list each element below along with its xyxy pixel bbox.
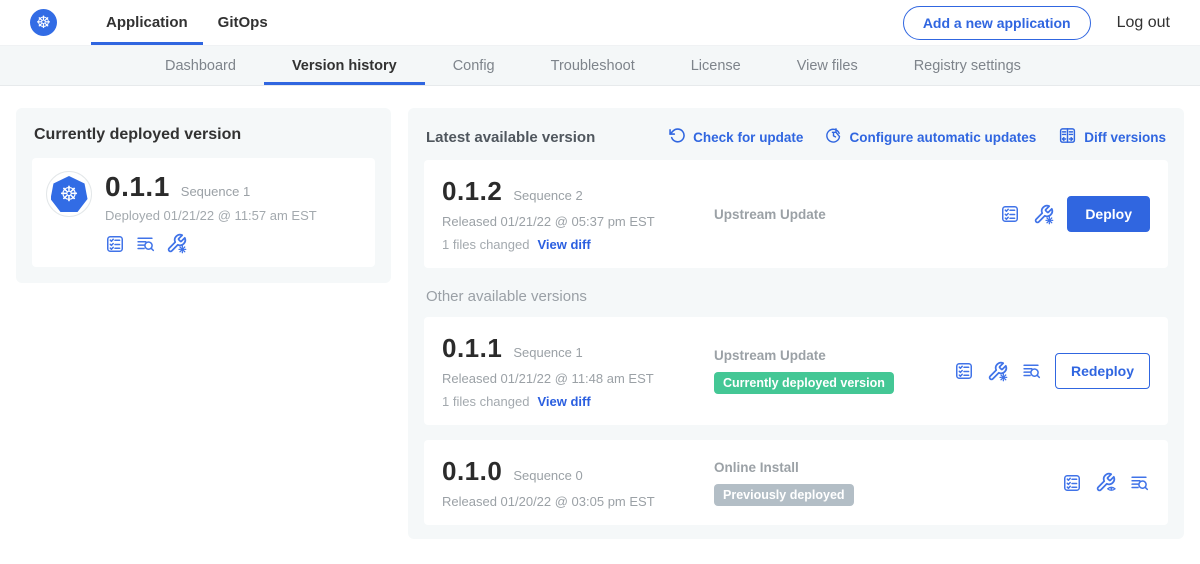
version-history-panel: Latest available version Check for updat…	[408, 108, 1184, 539]
kubernetes-helm-icon: ☸	[51, 176, 88, 212]
sequence-label: Sequence 0	[513, 468, 582, 483]
refresh-icon	[669, 127, 686, 147]
view-config-icon[interactable]	[1095, 472, 1116, 493]
kubernetes-logo-icon: ☸	[30, 9, 57, 36]
subnav-tab-license[interactable]: License	[663, 46, 769, 85]
version-row: 0.1.0 Sequence 0 Released 01/20/22 @ 03:…	[424, 440, 1168, 525]
version-source-label: Upstream Update	[714, 348, 954, 363]
configure-automatic-updates-link[interactable]: Configure automatic updates	[825, 127, 1036, 147]
sequence-label: Sequence 1	[513, 345, 582, 360]
edit-config-icon[interactable]	[987, 361, 1008, 382]
app-subnav: Dashboard Version history Config Trouble…	[0, 46, 1200, 86]
edit-config-icon[interactable]	[166, 233, 187, 254]
view-diff-link[interactable]: View diff	[537, 237, 590, 252]
header-tabs: Application GitOps	[91, 0, 283, 45]
released-timestamp: Released 01/21/22 @ 11:48 am EST	[442, 371, 694, 386]
deploy-logs-icon[interactable]	[135, 234, 156, 254]
logout-button[interactable]: Log out	[1117, 14, 1170, 32]
previously-deployed-badge: Previously deployed	[714, 484, 854, 506]
files-changed-label: 1 files changed	[442, 237, 529, 252]
deployed-version-number: 0.1.1	[105, 171, 170, 203]
version-row: 0.1.1 Sequence 1 Released 01/21/22 @ 11:…	[424, 317, 1168, 425]
currently-deployed-panel: Currently deployed version ☸ 0.1.1 Seque…	[16, 108, 391, 283]
check-for-update-link[interactable]: Check for update	[669, 127, 803, 147]
auto-update-icon	[825, 127, 842, 147]
app-logo: ☸	[46, 171, 92, 217]
files-changed-label: 1 files changed	[442, 394, 529, 409]
deploy-button[interactable]: Deploy	[1067, 196, 1150, 232]
deploy-logs-icon[interactable]	[1021, 361, 1042, 381]
deployed-sequence-label: Sequence 1	[181, 184, 250, 199]
tab-gitops[interactable]: GitOps	[203, 0, 283, 45]
currently-deployed-card: ☸ 0.1.1 Sequence 1 Deployed 01/21/22 @ 1…	[32, 158, 375, 267]
subnav-tab-dashboard[interactable]: Dashboard	[137, 46, 264, 85]
subnav-tab-config[interactable]: Config	[425, 46, 523, 85]
version-source-label: Online Install	[714, 460, 1062, 475]
edit-config-icon[interactable]	[1033, 204, 1054, 225]
preflight-checks-icon[interactable]	[1062, 473, 1082, 493]
tab-application[interactable]: Application	[91, 0, 203, 45]
version-row: 0.1.2 Sequence 2 Released 01/21/22 @ 05:…	[424, 160, 1168, 268]
sequence-label: Sequence 2	[513, 188, 582, 203]
redeploy-button[interactable]: Redeploy	[1055, 353, 1150, 389]
deployed-timestamp: Deployed 01/21/22 @ 11:57 am EST	[105, 208, 317, 223]
subnav-tab-registry-settings[interactable]: Registry settings	[886, 46, 1049, 85]
released-timestamp: Released 01/20/22 @ 03:05 pm EST	[442, 494, 694, 509]
app-header: ☸ Application GitOps Add a new applicati…	[0, 0, 1200, 46]
view-diff-link[interactable]: View diff	[537, 394, 590, 409]
latest-available-title: Latest available version	[426, 129, 595, 146]
currently-deployed-badge: Currently deployed version	[714, 372, 894, 394]
preflight-checks-icon[interactable]	[954, 361, 974, 381]
version-number: 0.1.0	[442, 456, 502, 487]
subnav-tab-troubleshoot[interactable]: Troubleshoot	[523, 46, 663, 85]
released-timestamp: Released 01/21/22 @ 05:37 pm EST	[442, 214, 694, 229]
add-new-application-button[interactable]: Add a new application	[903, 6, 1091, 40]
preflight-checks-icon[interactable]	[1000, 204, 1020, 224]
version-source-label: Upstream Update	[714, 207, 1000, 222]
currently-deployed-title: Currently deployed version	[34, 126, 375, 144]
subnav-tab-view-files[interactable]: View files	[769, 46, 886, 85]
preflight-checks-icon[interactable]	[105, 234, 125, 254]
version-number: 0.1.2	[442, 176, 502, 207]
version-number: 0.1.1	[442, 333, 502, 364]
other-versions-title: Other available versions	[426, 288, 1166, 305]
subnav-tab-version-history[interactable]: Version history	[264, 46, 425, 85]
diff-icon	[1058, 126, 1077, 148]
deploy-logs-icon[interactable]	[1129, 473, 1150, 493]
diff-versions-link[interactable]: Diff versions	[1058, 126, 1166, 148]
